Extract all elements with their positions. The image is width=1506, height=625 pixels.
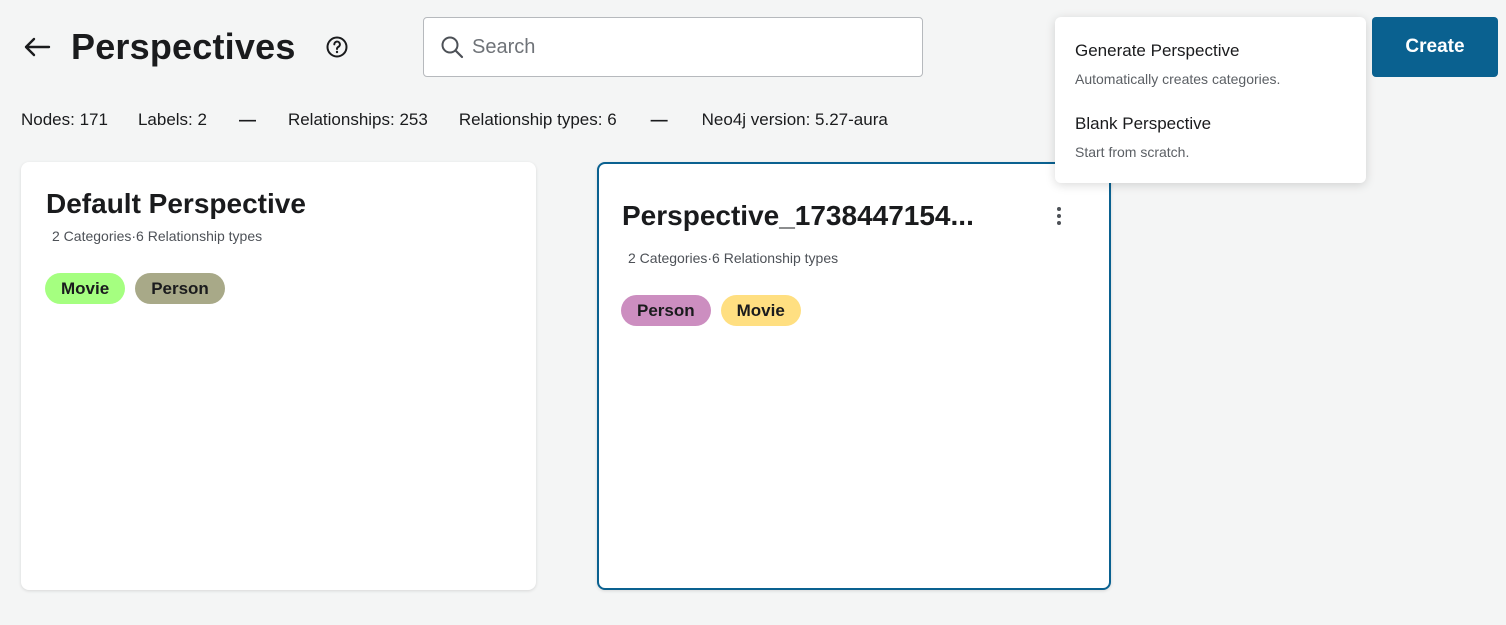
stat-labels: Labels: 2: [137, 110, 207, 129]
menu-item-generate-perspective[interactable]: Generate Perspective Automatically creat…: [1055, 27, 1366, 99]
category-tags: Person Movie: [621, 295, 801, 326]
search-box: [423, 17, 923, 77]
stat-separator: —: [238, 110, 256, 129]
perspective-card[interactable]: Default Perspective 2 Categories·6 Relat…: [21, 162, 536, 590]
menu-item-description: Automatically creates categories.: [1075, 71, 1281, 87]
stat-nodes: Nodes: 171: [21, 110, 108, 129]
stat-relationships: Relationships: 253: [287, 110, 428, 129]
perspective-summary: 2 Categories·6 Relationship types: [628, 250, 839, 266]
category-tag-person[interactable]: Person: [135, 273, 225, 304]
stat-separator: —: [650, 110, 668, 129]
search-icon: [441, 36, 464, 59]
create-dropdown-menu: Generate Perspective Automatically creat…: [1055, 17, 1366, 183]
question-circle-icon[interactable]: [325, 35, 349, 59]
perspective-summary: 2 Categories·6 Relationship types: [52, 228, 263, 244]
search-input[interactable]: [472, 35, 892, 59]
database-stats: Nodes: 171 Labels: 2 — Relationships: 25…: [21, 110, 888, 130]
page-title: Perspectives: [71, 26, 296, 67]
create-button[interactable]: Create: [1372, 17, 1498, 77]
perspectives-page: Perspectives Create Nodes: 171 Labels: 2…: [0, 0, 1506, 625]
perspective-title: Perspective_1738447154...: [622, 200, 974, 231]
menu-item-description: Start from scratch.: [1075, 144, 1190, 160]
stat-relationship-types: Relationship types: 6: [458, 110, 617, 129]
category-tag-person[interactable]: Person: [621, 295, 711, 326]
perspective-card[interactable]: Perspective_1738447154... 2 Categories·6…: [597, 162, 1111, 590]
category-tags: Movie Person: [45, 273, 225, 304]
more-vertical-icon[interactable]: [1047, 202, 1071, 230]
perspective-title: Default Perspective: [46, 188, 306, 219]
menu-item-label: Generate Perspective: [1075, 41, 1240, 60]
arrow-left-icon: [24, 37, 51, 57]
menu-item-label: Blank Perspective: [1075, 114, 1212, 133]
stat-neo4j-version: Neo4j version: 5.27-aura: [701, 110, 888, 129]
category-tag-movie[interactable]: Movie: [45, 273, 126, 304]
menu-item-blank-perspective[interactable]: Blank Perspective Start from scratch.: [1055, 100, 1366, 172]
back-button[interactable]: [20, 30, 54, 64]
category-tag-movie[interactable]: Movie: [720, 295, 801, 326]
